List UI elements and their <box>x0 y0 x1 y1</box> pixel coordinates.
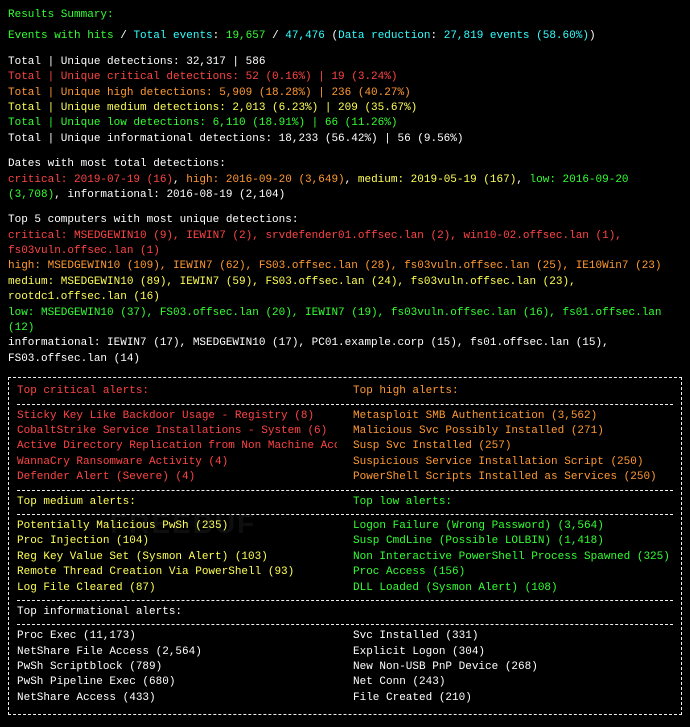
dates-heading: Dates with most total detections: <box>8 157 682 172</box>
total-events-value: 47,476 <box>285 30 325 42</box>
low-alert: Logon Failure (Wrong Password) (3,564) <box>353 519 673 534</box>
critical-alert: WannaCry Ransomware Activity (4) <box>17 455 337 470</box>
dates-info: informational: 2016-08-19 (2,104) <box>67 189 285 201</box>
medium-alert: Potentially Malicious PwSh (235) <box>17 519 337 534</box>
top-info-title: Top informational alerts: <box>17 605 673 620</box>
info-alert: Explicit Logon (304) <box>353 645 673 660</box>
info-alert: Net Conn (243) <box>353 675 673 690</box>
total-unique-low: Total | Unique low detections: 6,110 (18… <box>8 116 682 131</box>
events-line: Events with hits / Total events: 19,657 … <box>8 29 682 44</box>
total-unique-critical: Total | Unique critical detections: 52 (… <box>8 70 682 85</box>
info-alert: PwSh Scriptblock (789) <box>17 660 337 675</box>
total-unique-info: Total | Unique informational detections:… <box>8 132 682 147</box>
top-medium-title: Top medium alerts: <box>17 495 337 510</box>
events-with-hits-value: 19,657 <box>226 30 266 42</box>
total-unique-medium: Total | Unique medium detections: 2,013 … <box>8 101 682 116</box>
dates-medium: medium: 2019-05-19 (167) <box>358 174 516 186</box>
info-alert: Svc Installed (331) <box>353 629 673 644</box>
computers-high: high: MSEDGEWIN10 (109), IEWIN7 (62), FS… <box>8 259 682 274</box>
critical-alert: Active Directory Replication from Non Ma… <box>17 439 337 454</box>
critical-alert: CobaltStrike Service Installations - Sys… <box>17 424 337 439</box>
high-alert: Suspicious Service Installation Script (… <box>353 455 673 470</box>
computers-heading: Top 5 computers with most unique detecti… <box>8 213 682 228</box>
total-events-label: Total events <box>133 30 212 42</box>
low-alert: Proc Access (156) <box>353 565 673 580</box>
computers-low: low: MSEDGEWIN10 (37), FS03.offsec.lan (… <box>8 306 682 337</box>
computers-info: informational: IEWIN7 (17), MSEDGEWIN10 … <box>8 336 682 367</box>
info-alert: NetShare File Access (2,564) <box>17 645 337 660</box>
medium-alert: Reg Key Value Set (Sysmon Alert) (103) <box>17 550 337 565</box>
top-low-title: Top low alerts: <box>353 495 673 510</box>
top-high-title: Top high alerts: <box>353 384 673 399</box>
medium-alert: Remote Thread Creation Via PowerShell (9… <box>17 565 337 580</box>
critical-alert: Sticky Key Like Backdoor Usage - Registr… <box>17 409 337 424</box>
high-alert: Metasploit SMB Authentication (3,562) <box>353 409 673 424</box>
info-alert: New Non-USB PnP Device (268) <box>353 660 673 675</box>
high-alert: Susp Svc Installed (257) <box>353 439 673 454</box>
dates-critical: critical: 2019-07-19 (16) <box>8 174 173 186</box>
dates-line: critical: 2019-07-19 (16), high: 2016-09… <box>8 173 682 204</box>
info-alert: NetShare Access (433) <box>17 691 337 706</box>
medium-alert: Log File Cleared (87) <box>17 581 337 596</box>
data-reduction-value: 27,819 events (58.60%) <box>444 30 589 42</box>
dates-high: high: 2016-09-20 (3,649) <box>186 174 344 186</box>
info-alert: Proc Exec (11,173) <box>17 629 337 644</box>
results-summary-title: Results Summary: <box>8 8 682 23</box>
info-alert: File Created (210) <box>353 691 673 706</box>
low-alert: Non Interactive PowerShell Process Spawn… <box>353 550 673 565</box>
low-alert: Susp CmdLine (Possible LOLBIN) (1,418) <box>353 534 673 549</box>
low-alert: DLL Loaded (Sysmon Alert) (108) <box>353 581 673 596</box>
top-critical-title: Top critical alerts: <box>17 384 337 399</box>
data-reduction-label: Data reduction <box>338 30 430 42</box>
critical-alert: Defender Alert (Severe) (4) <box>17 470 337 485</box>
total-unique-high: Total | Unique high detections: 5,909 (1… <box>8 86 682 101</box>
terminal-output: Results Summary: Events with hits / Tota… <box>0 0 690 727</box>
computers-critical: critical: MSEDGEWIN10 (9), IEWIN7 (2), s… <box>8 229 682 260</box>
high-alert: Malicious Svc Possibly Installed (271) <box>353 424 673 439</box>
medium-alert: Proc Injection (104) <box>17 534 337 549</box>
computers-medium: medium: MSEDGEWIN10 (89), IEWIN7 (59), F… <box>8 275 682 306</box>
total-unique-detections: Total | Unique detections: 32,317 | 586 <box>8 55 682 70</box>
alerts-panel: Top critical alerts: Top high alerts: St… <box>8 377 682 715</box>
high-alert: PowerShell Scripts Installed as Services… <box>353 470 673 485</box>
events-with-hits-label: Events with hits <box>8 30 114 42</box>
info-alert: PwSh Pipeline Exec (680) <box>17 675 337 690</box>
